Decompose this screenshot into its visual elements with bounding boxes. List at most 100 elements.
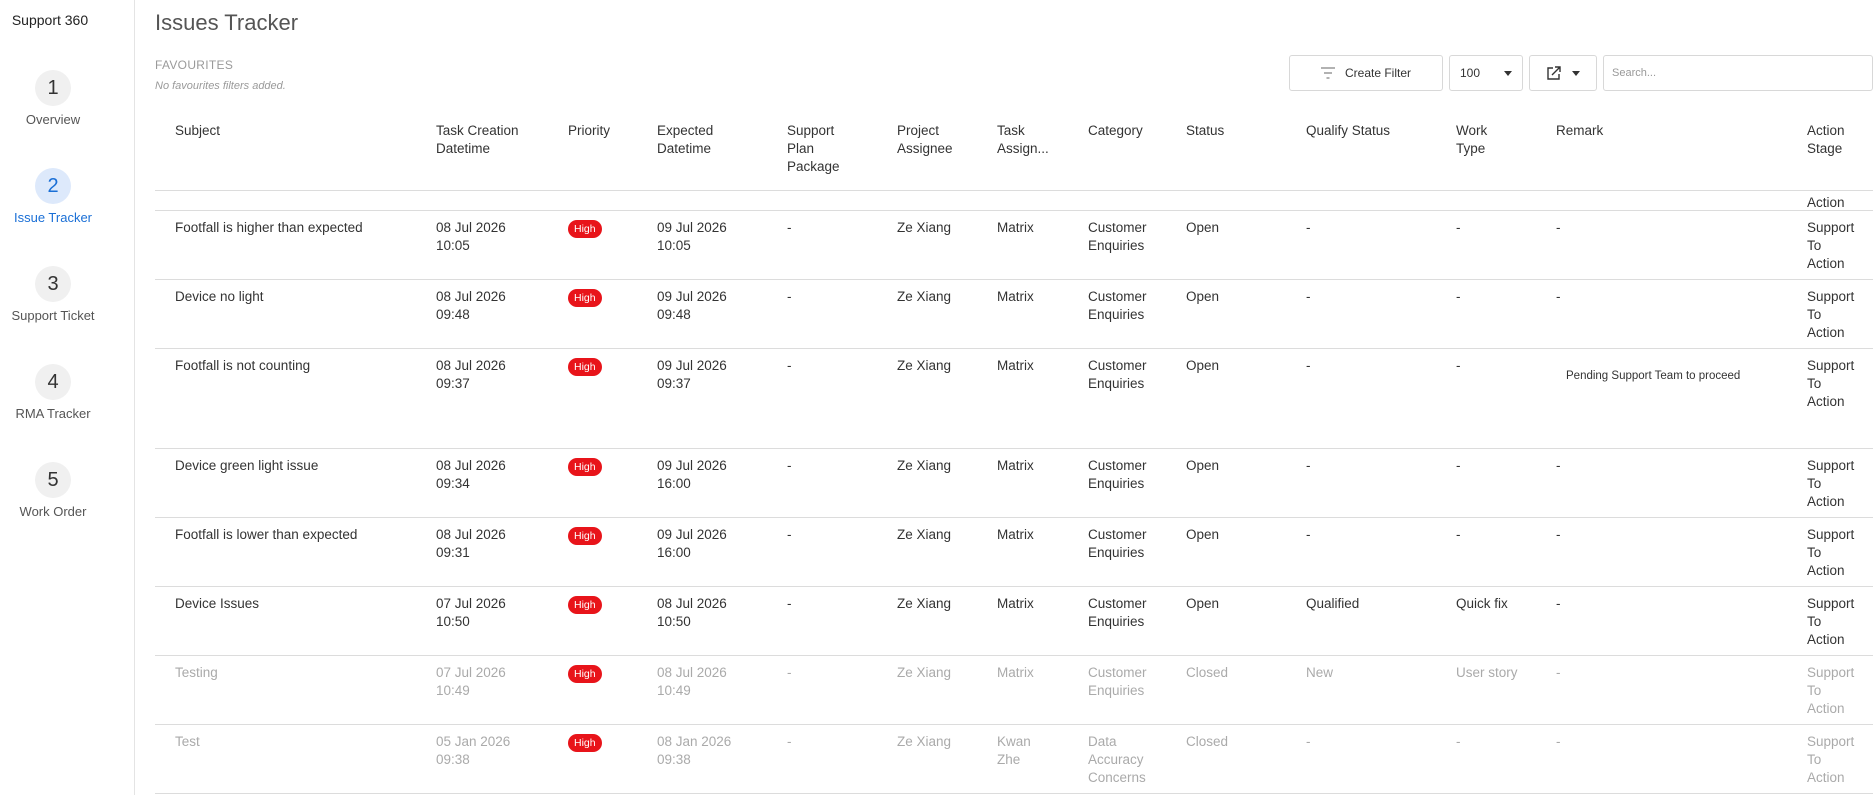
cell-task-assignee: Matrix xyxy=(997,358,1034,373)
cell-created: 07 Jul 2026 10:49 xyxy=(436,665,506,698)
cell-project-assignee: Ze Xiang xyxy=(897,358,952,373)
step-number: 3 xyxy=(35,266,71,302)
main-content: Issues Tracker FAVOURITES No favourites … xyxy=(155,0,1873,795)
issues-table: Subject Task Creation Datetime Priority Expe… xyxy=(155,117,1873,794)
step-rma-tracker[interactable]: 4 RMA Tracker xyxy=(0,364,106,421)
favourites-empty-text: No favourites filters added. xyxy=(155,80,286,92)
search-input[interactable] xyxy=(1603,55,1873,91)
cell-created: 08 Jul 2026 09:31 xyxy=(436,527,506,560)
cell-remark: - xyxy=(1556,527,1561,542)
column-header-status[interactable]: Status xyxy=(1186,122,1224,140)
column-header-subject[interactable]: Subject xyxy=(175,122,220,140)
cell-status: Open xyxy=(1186,458,1220,473)
table-row[interactable]: Footfall is lower than expected 08 Jul 20… xyxy=(155,518,1873,587)
cell-work-type: Quick fix xyxy=(1456,596,1508,611)
header-text: Datetime xyxy=(657,141,712,156)
cell-created: 05 Jan 2026 09:38 xyxy=(436,734,511,767)
cell-work-type: - xyxy=(1456,220,1461,235)
table-row[interactable]: Test 05 Jan 2026 09:38 High 08 Jan 2026 09:38… xyxy=(155,725,1873,794)
cell-package: - xyxy=(787,289,792,304)
step-support-ticket[interactable]: 3 Support Ticket xyxy=(0,266,106,323)
header-text: Category xyxy=(1088,123,1143,138)
column-header-expected[interactable]: Expected Datetime xyxy=(657,122,713,158)
cell-subject: Test xyxy=(175,734,200,749)
cell-qualify-status: - xyxy=(1306,289,1311,304)
cell-action-stage: Support To Action xyxy=(1807,458,1855,509)
cell-task-assignee: Matrix xyxy=(997,220,1034,235)
column-header-created[interactable]: Task Creation Datetime xyxy=(436,122,519,158)
cell-category: Customer Enquiries xyxy=(1088,289,1147,322)
cell-action-stage: Support To Action xyxy=(1807,527,1855,578)
column-header-work-type[interactable]: Work Type xyxy=(1456,122,1487,158)
cell-created: 08 Jul 2026 09:37 xyxy=(436,358,506,391)
cell-remark: - xyxy=(1556,596,1561,611)
cell-task-assignee: Matrix xyxy=(997,458,1034,473)
cell-expected: 08 Jan 2026 09:38 xyxy=(657,734,732,767)
cell-action-stage: Support To Action xyxy=(1807,596,1855,647)
cell-qualify-status: New xyxy=(1306,665,1334,680)
header-text: Expected xyxy=(657,123,714,138)
cell-work-type: - xyxy=(1456,358,1461,373)
column-header-package[interactable]: Support Plan Package xyxy=(787,122,840,176)
step-number: 4 xyxy=(35,364,71,400)
table-row[interactable]: Testing 07 Jul 2026 10:49 High 08 Jul 2026 10… xyxy=(155,656,1873,725)
cell-remark: - xyxy=(1556,734,1561,749)
cell-status: Closed xyxy=(1186,665,1229,680)
export-button[interactable] xyxy=(1529,55,1597,91)
cell-expected: 09 Jul 2026 16:00 xyxy=(657,527,727,560)
cell-qualify-status: - xyxy=(1306,734,1311,749)
step-overview[interactable]: 1 Overview xyxy=(0,70,106,127)
priority-badge: High xyxy=(568,289,602,307)
priority-badge: High xyxy=(568,665,602,683)
header-text: Stage xyxy=(1807,141,1843,156)
cell-package: - xyxy=(787,527,792,542)
cell-qualify-status: - xyxy=(1306,458,1311,473)
cell-priority: High xyxy=(568,457,602,476)
table-row[interactable]: Device green light issue 08 Jul 2026 09:34… xyxy=(155,449,1873,518)
column-header-project-assignee[interactable]: Project Assignee xyxy=(897,122,953,158)
step-work-order[interactable]: 5 Work Order xyxy=(0,462,106,519)
step-number: 2 xyxy=(35,168,71,204)
priority-badge: High xyxy=(568,358,602,376)
create-filter-button[interactable]: Create Filter xyxy=(1289,55,1443,91)
cell-category: Data Accuracy Concerns xyxy=(1088,734,1146,785)
cell-status: Open xyxy=(1186,527,1220,542)
header-text: Datetime xyxy=(436,141,491,156)
column-header-priority[interactable]: Priority xyxy=(568,122,610,140)
cell-priority: High xyxy=(568,288,602,307)
cell-created: 08 Jul 2026 09:48 xyxy=(436,289,506,322)
cell-project-assignee: Ze Xiang xyxy=(897,220,952,235)
header-text: Task Creation xyxy=(436,123,519,138)
table-row[interactable]: Footfall is higher than expected 08 Jul 2… xyxy=(155,211,1873,280)
header-text: Assign... xyxy=(997,141,1049,156)
cell-remark: - xyxy=(1556,458,1561,473)
step-label: Issue Tracker xyxy=(13,210,93,225)
cell-remark: - xyxy=(1556,665,1561,680)
cell-action-stage: Support To Action xyxy=(1807,665,1855,716)
cell-work-type: - xyxy=(1456,527,1461,542)
export-icon xyxy=(1547,65,1561,80)
page-size-select[interactable]: 100 xyxy=(1449,55,1523,91)
column-header-category[interactable]: Category xyxy=(1088,122,1143,140)
priority-badge: High xyxy=(568,596,602,614)
create-filter-label: Create Filter xyxy=(1344,66,1412,80)
column-header-action-stage[interactable]: Action Stage xyxy=(1807,122,1845,158)
cell-expected: 09 Jul 2026 09:37 xyxy=(657,358,727,391)
cell-package: - xyxy=(787,596,792,611)
cell-category: Customer Enquiries xyxy=(1088,358,1147,391)
cell-task-assignee: Kwan Zhe xyxy=(997,734,1031,767)
cell-expected: 09 Jul 2026 09:48 xyxy=(657,289,727,322)
cell-status: Open xyxy=(1186,596,1220,611)
column-header-remark[interactable]: Remark xyxy=(1556,122,1603,140)
column-header-task-assignee[interactable]: Task Assign... xyxy=(997,122,1049,158)
step-issue-tracker[interactable]: 2 Issue Tracker xyxy=(0,168,106,225)
cell-package: - xyxy=(787,734,792,749)
table-row[interactable]: Device no light 08 Jul 2026 09:48 High 09 Ju… xyxy=(155,280,1873,349)
column-header-qualify-status[interactable]: Qualify Status xyxy=(1306,122,1390,140)
cell-created: 08 Jul 2026 09:34 xyxy=(436,458,506,491)
cell-project-assignee: Ze Xiang xyxy=(897,665,952,680)
cell-remark: Pending Support Team to proceed xyxy=(1566,370,1741,382)
cell-work-type: - xyxy=(1456,289,1461,304)
table-row[interactable]: Device Issues 07 Jul 2026 10:50 High 08 Jul … xyxy=(155,587,1873,656)
table-row[interactable]: Footfall is not counting 08 Jul 2026 09:37… xyxy=(155,349,1873,449)
